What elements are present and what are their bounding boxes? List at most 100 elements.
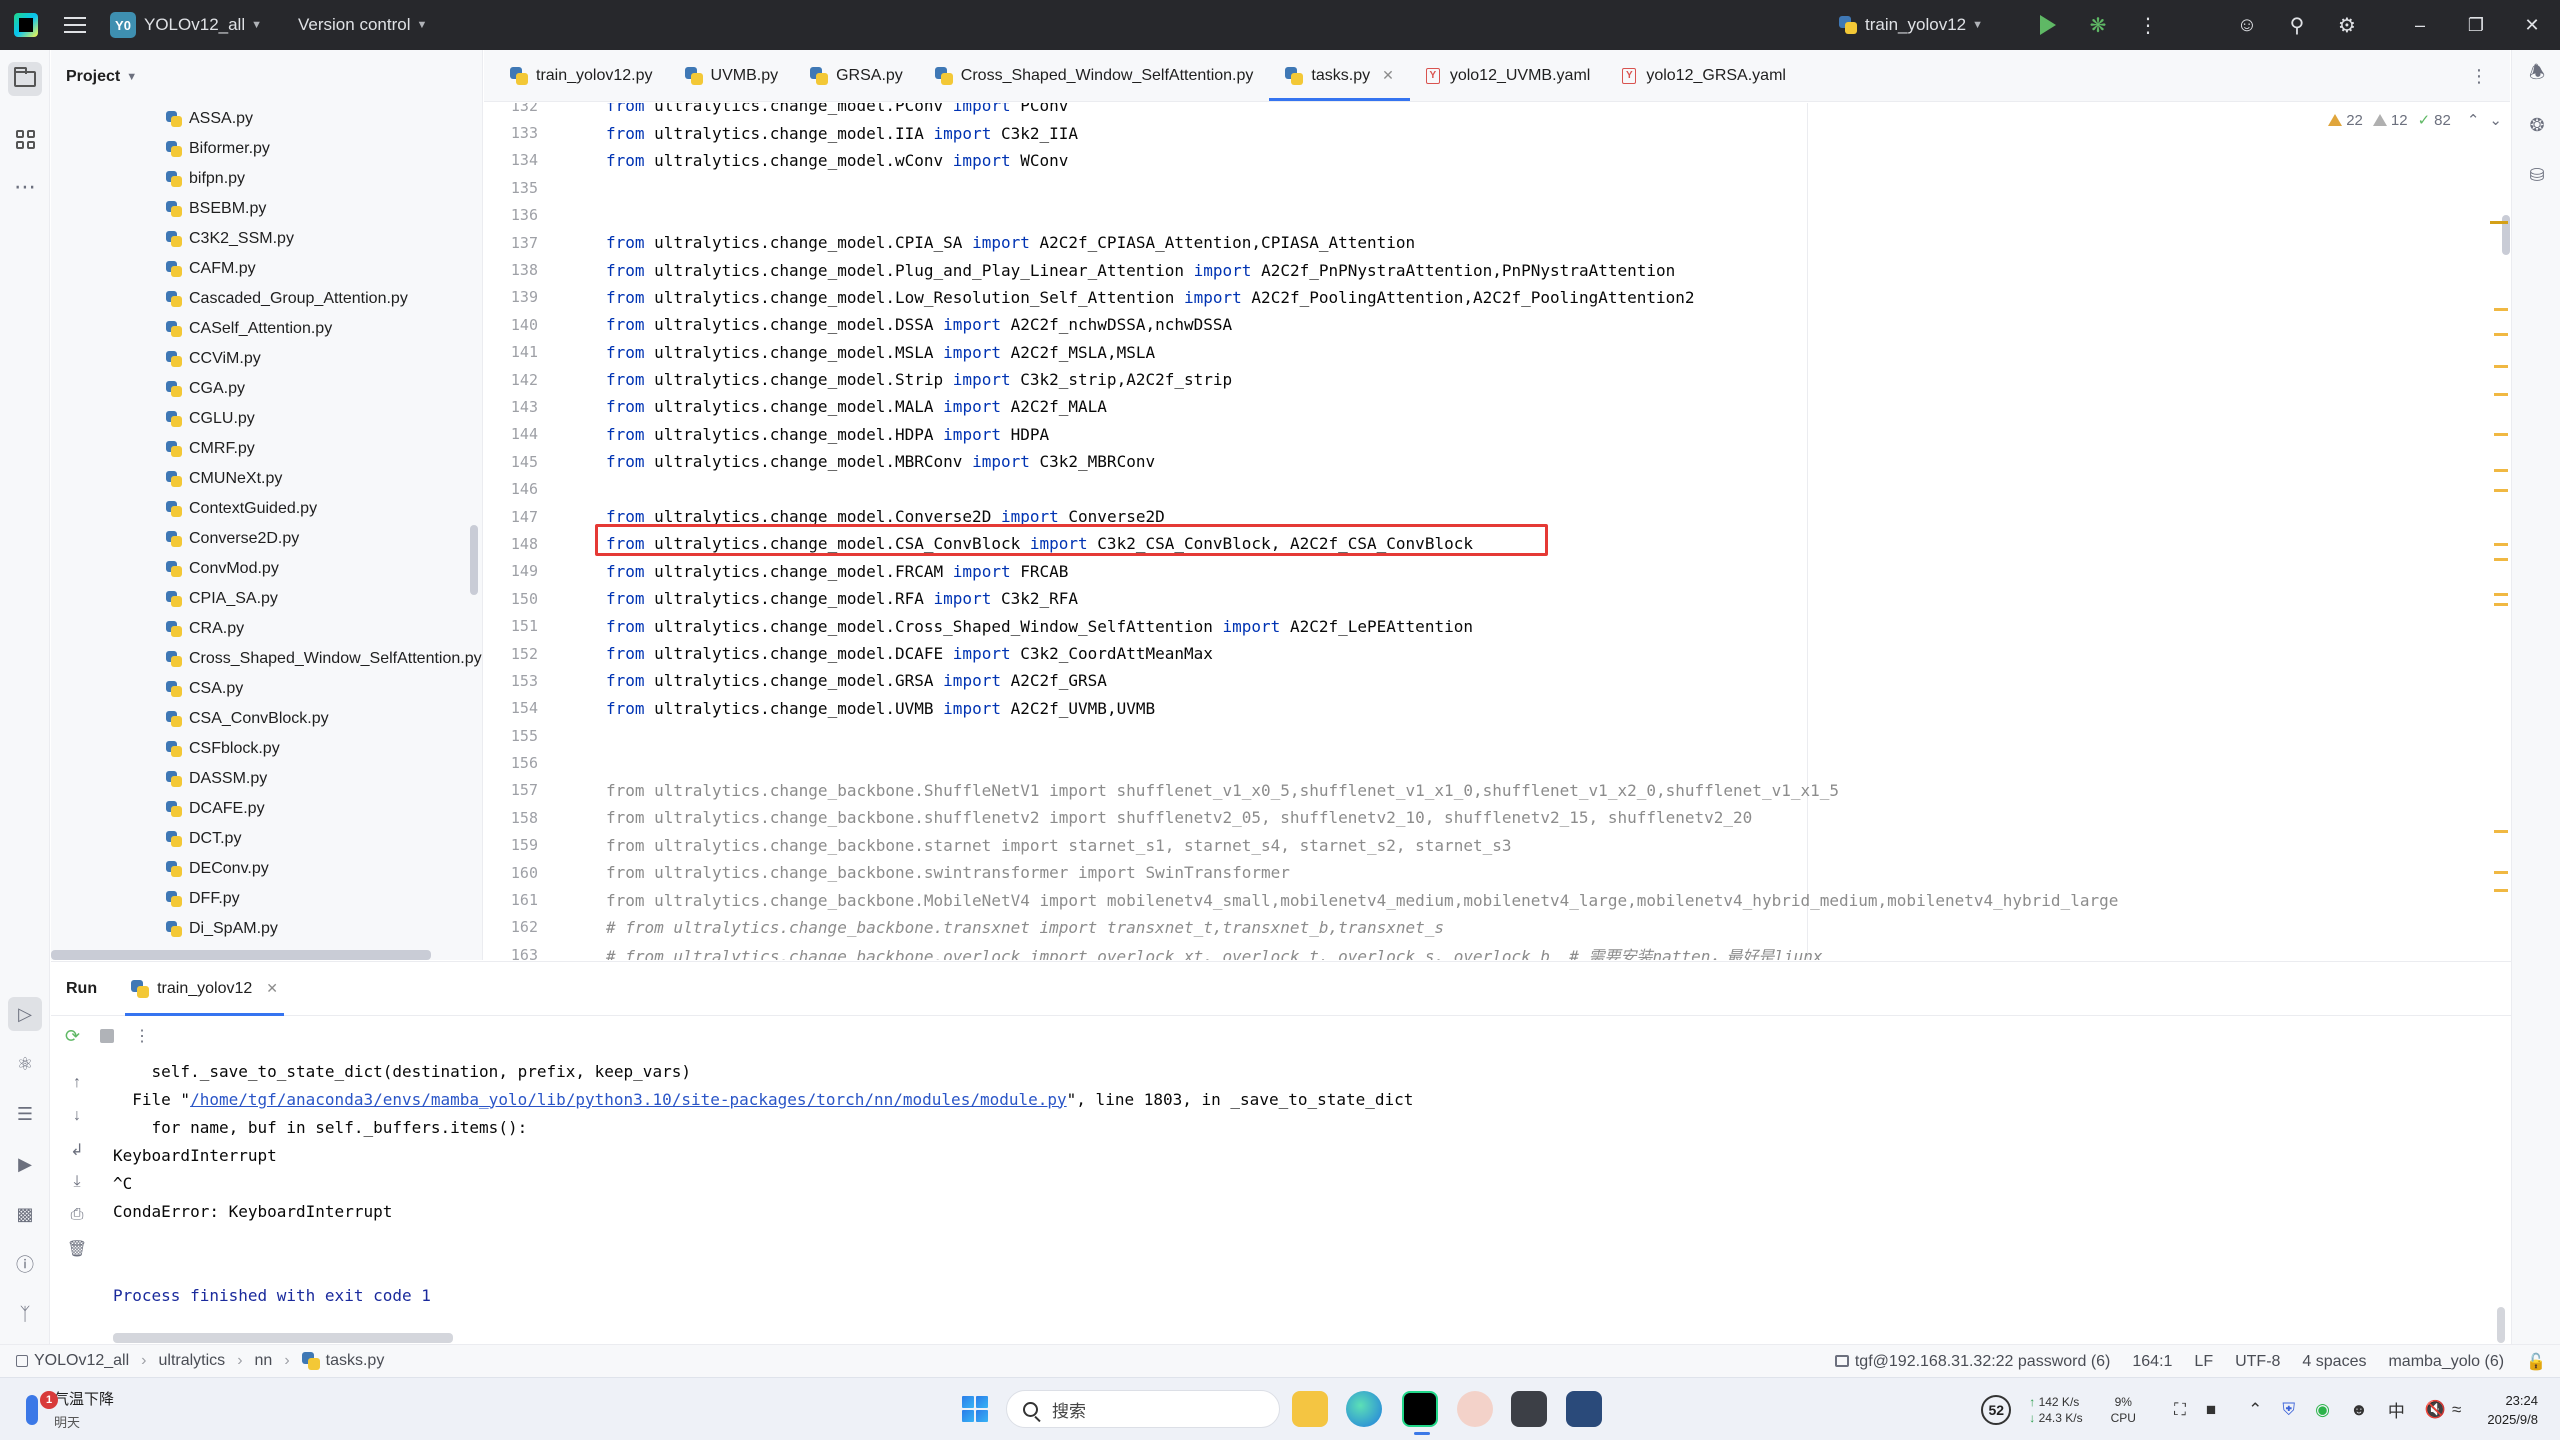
code-text[interactable]: from ultralytics.change_model.Low_Resolu… <box>606 288 1695 307</box>
wifi-icon[interactable]: ≈ <box>2452 1400 2461 1420</box>
code-line[interactable]: 161 from ultralytics.change_backbone.Mobi… <box>484 886 2510 913</box>
tree-file-item[interactable]: BSEBM.py <box>51 194 482 224</box>
rerun-icon[interactable]: ⟳ <box>65 1026 80 1047</box>
previous-highlight-icon[interactable]: ⌃ <box>2467 111 2480 129</box>
code-line[interactable]: 150 from ultralytics.change_model.RFA imp… <box>484 585 2510 612</box>
structure-tool-button[interactable] <box>8 122 42 156</box>
code-line[interactable]: 133 from ultralytics.change_model.IIA imp… <box>484 119 2510 146</box>
console-line[interactable]: KeyboardInterrupt <box>113 1141 1413 1169</box>
next-highlight-icon[interactable]: ⌄ <box>2489 111 2502 129</box>
editor-tab[interactable]: UVMB.py <box>669 50 795 101</box>
more-tools-icon[interactable]: ⋯ <box>8 170 42 204</box>
error-stripe-marker[interactable] <box>2494 308 2508 311</box>
code-text[interactable]: from ultralytics.change_model.CPIA_SA im… <box>606 233 1415 252</box>
console-output[interactable]: self._save_to_state_dict(destination, pr… <box>113 1057 1413 1309</box>
wechat-icon[interactable]: ◉ <box>2315 1400 2330 1420</box>
show-hidden-icons-chevron[interactable]: ⌃ <box>2248 1400 2262 1420</box>
project-panel-header[interactable]: Project ▼ <box>51 50 482 104</box>
editor-tab[interactable]: GRSA.py <box>794 50 919 101</box>
code-line[interactable]: 144 from ultralytics.change_model.HDPA im… <box>484 421 2510 448</box>
code-line[interactable]: 141 from ultralytics.change_model.MSLA im… <box>484 339 2510 366</box>
error-stripe-marker[interactable] <box>2494 365 2508 368</box>
file-explorer-icon[interactable] <box>1292 1391 1328 1427</box>
tree-file-item[interactable]: ASSA.py <box>51 104 482 134</box>
file-encoding[interactable]: UTF-8 <box>2235 1353 2280 1371</box>
code-text[interactable]: from ultralytics.change_model.UVMB impor… <box>606 699 1155 718</box>
console-line[interactable]: Process finished with exit code 1 <box>113 1281 1413 1309</box>
code-text[interactable]: from ultralytics.change_model.RFA import… <box>606 589 1078 608</box>
tree-file-item[interactable]: CMRF.py <box>51 434 482 464</box>
run-more-icon[interactable]: ⋮ <box>134 1026 150 1046</box>
console-line[interactable]: self._save_to_state_dict(destination, pr… <box>113 1057 1413 1085</box>
console-line[interactable]: ^C <box>113 1169 1413 1197</box>
tree-file-item[interactable]: CPIA_SA.py <box>51 584 482 614</box>
unused-import-text[interactable]: from ultralytics.change_backbone.shuffle… <box>606 808 1752 827</box>
tree-file-item[interactable]: Di_SpAM.py <box>51 914 482 944</box>
console-line[interactable] <box>113 1225 1413 1253</box>
python-console-icon[interactable]: ⚛ <box>8 1047 42 1081</box>
tree-file-item[interactable]: Cross_Shaped_Window_SelfAttention.py <box>51 644 482 674</box>
network-speed[interactable]: ↑ 142 K/s ↓ 24.3 K/s <box>2029 1394 2082 1426</box>
code-line[interactable]: 156 <box>484 749 2510 776</box>
clock[interactable]: 23:24 2025/9/8 <box>2487 1391 2538 1429</box>
code-line[interactable]: 146 <box>484 475 2510 502</box>
tree-file-item[interactable]: CASelf_Attention.py <box>51 314 482 344</box>
error-stripe-marker[interactable] <box>2494 489 2508 492</box>
error-stripe-marker[interactable] <box>2494 433 2508 436</box>
code-line[interactable]: 162 # from ultralytics.change_backbone.tr… <box>484 914 2510 941</box>
lock-status-icon[interactable]: 🔓 <box>2526 1352 2546 1372</box>
editor-tab[interactable]: train_yolov12.py <box>494 50 669 101</box>
close-window-button[interactable]: ✕ <box>2504 15 2560 36</box>
minimize-button[interactable]: – <box>2392 15 2448 36</box>
volume-mute-icon[interactable]: 🔇 <box>2425 1400 2446 1420</box>
error-stripe-marker[interactable] <box>2494 593 2508 596</box>
start-button[interactable] <box>962 1396 988 1422</box>
stop-icon[interactable] <box>100 1029 115 1043</box>
code-line[interactable]: 155 <box>484 722 2510 749</box>
code-line[interactable]: 154 from ultralytics.change_model.UVMB im… <box>484 695 2510 722</box>
ime-indicator[interactable]: 中 <box>2388 1397 2405 1422</box>
console-horizontal-scrollbar[interactable] <box>113 1333 453 1343</box>
code-line[interactable]: 140 from ultralytics.change_model.DSSA im… <box>484 311 2510 338</box>
crop-tool-icon[interactable]: ⛶ <box>2174 1400 2186 1420</box>
error-stripe-marker[interactable] <box>2490 221 2508 224</box>
error-stripe-marker[interactable] <box>2494 603 2508 606</box>
code-line[interactable]: 132 from ultralytics.change_model.PConv i… <box>484 103 2510 119</box>
code-text[interactable]: from ultralytics.change_model.MBRConv im… <box>606 452 1155 471</box>
code-line[interactable]: 145 from ultralytics.change_model.MBRConv… <box>484 448 2510 475</box>
tree-file-item[interactable]: Cascaded_Group_Attention.py <box>51 284 482 314</box>
console-line[interactable]: File "/home/tgf/anaconda3/envs/mamba_yol… <box>113 1085 1413 1113</box>
error-stripe-marker[interactable] <box>2494 469 2508 472</box>
screenshot-tool-icon[interactable] <box>1511 1391 1547 1427</box>
code-line[interactable]: 139 from ultralytics.change_model.Low_Res… <box>484 284 2510 311</box>
tree-file-item[interactable]: DCAFE.py <box>51 794 482 824</box>
code-line[interactable]: 163 # from ultralytics.change_backbone.ov… <box>484 941 2510 960</box>
project-switcher[interactable]: YOLOv12_all ▼ <box>136 0 262 50</box>
project-badge[interactable]: Y0 <box>110 12 136 38</box>
python-environment[interactable]: mamba_yolo (6) <box>2388 1353 2504 1371</box>
git-icon[interactable]: ᛉ <box>8 1297 42 1331</box>
tree-file-item[interactable]: DASSM.py <box>51 764 482 794</box>
code-text[interactable]: from ultralytics.change_model.IIA import… <box>606 124 1078 143</box>
user-avatar-app-icon[interactable] <box>1457 1391 1493 1427</box>
tree-horizontal-scrollbar[interactable] <box>51 950 431 960</box>
breadcrumb-item[interactable]: YOLOv12_all <box>16 1352 129 1370</box>
code-line[interactable]: 143 from ultralytics.change_model.MALA im… <box>484 393 2510 420</box>
source-file-link[interactable]: /home/tgf/anaconda3/envs/mamba_yolo/lib/… <box>190 1090 1067 1109</box>
code-editor[interactable]: 132 from ultralytics.change_model.PConv i… <box>484 103 2510 960</box>
breadcrumb-item[interactable]: nn <box>255 1352 273 1370</box>
search-icon[interactable]: ⚲ <box>2283 11 2311 39</box>
error-stripe-marker[interactable] <box>2494 393 2508 396</box>
code-line[interactable]: 136 <box>484 202 2510 229</box>
code-text[interactable]: from ultralytics.change_model.MALA impor… <box>606 397 1107 416</box>
pycharm-taskbar-icon[interactable] <box>1402 1391 1438 1435</box>
editor-tab[interactable]: tasks.py ✕ <box>1269 50 1411 101</box>
error-stripe-marker[interactable] <box>2494 830 2508 833</box>
error-stripe-marker[interactable] <box>2494 558 2508 561</box>
error-stripe-marker[interactable] <box>2494 889 2508 892</box>
console-line[interactable] <box>113 1253 1413 1281</box>
code-line[interactable]: 153 from ultralytics.change_model.GRSA im… <box>484 667 2510 694</box>
tree-file-item[interactable]: CSFblock.py <box>51 734 482 764</box>
code-text[interactable]: from ultralytics.change_model.PConv impo… <box>606 103 1068 115</box>
tree-file-item[interactable]: CRA.py <box>51 614 482 644</box>
